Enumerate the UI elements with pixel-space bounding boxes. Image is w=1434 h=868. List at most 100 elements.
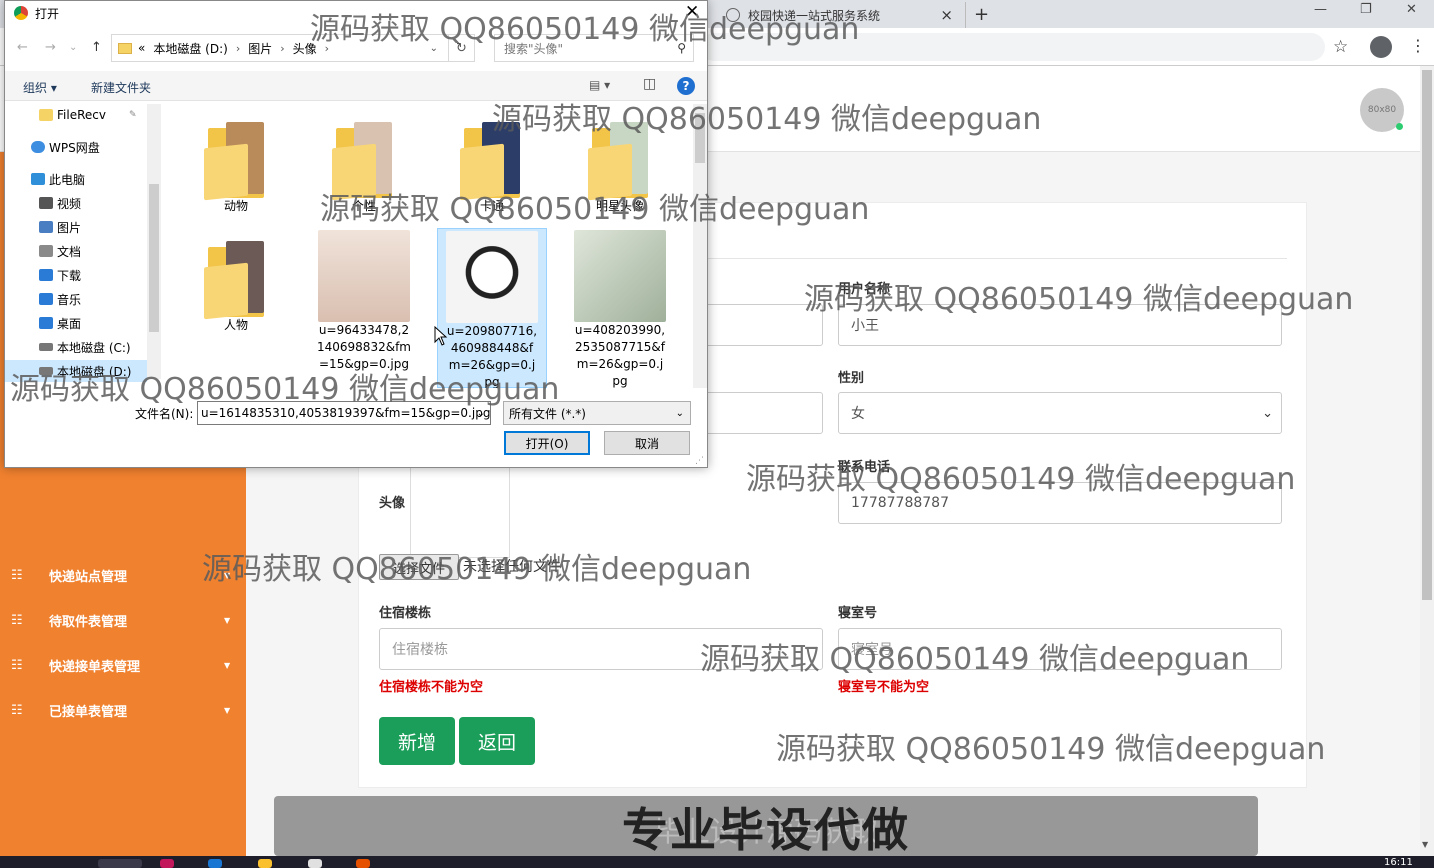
breadcrumb-prefix[interactable]: « bbox=[138, 41, 145, 55]
page-scroll-thumb[interactable] bbox=[1422, 70, 1432, 600]
dialog-close-icon[interactable]: ✕ bbox=[685, 2, 699, 22]
sidebar-item-orders[interactable]: ☷ 快递接单表管理 ▼ bbox=[0, 643, 246, 688]
desktop-icon bbox=[39, 317, 53, 329]
sidebar-item-label: 已接单表管理 bbox=[49, 705, 128, 720]
up-arrow-icon[interactable]: ↑ bbox=[91, 40, 102, 55]
cancel-button[interactable]: 取消 bbox=[604, 431, 690, 455]
breadcrumb-pictures[interactable]: 图片 bbox=[248, 40, 272, 57]
taskbar-chrome-icon[interactable] bbox=[98, 859, 142, 868]
dialog-titlebar: 打开 ✕ bbox=[5, 1, 707, 25]
room-input[interactable]: 寝室号 bbox=[838, 628, 1282, 670]
new-folder-button[interactable]: 新建文件夹 bbox=[91, 79, 151, 96]
file-item-image[interactable]: u=408203990,2535087715&fm=26&gp=0.jpg bbox=[565, 230, 675, 388]
sidebar-item-station[interactable]: ☷ 快递站点管理 ▼ bbox=[0, 553, 246, 598]
breadcrumb-drive[interactable]: 本地磁盘 (D:) bbox=[153, 40, 227, 57]
back-button[interactable]: 返回 bbox=[459, 717, 535, 765]
avatar-label: 头像 bbox=[379, 496, 406, 511]
nav-item-label: 音乐 bbox=[57, 292, 82, 307]
file-item-folder[interactable]: 个性 bbox=[309, 118, 419, 215]
file-item-folder[interactable]: 明星头像 bbox=[565, 118, 675, 215]
minimize-icon[interactable]: — bbox=[1314, 2, 1327, 17]
file-name: 卡通 bbox=[479, 199, 504, 213]
taskbar-app-icon[interactable] bbox=[356, 859, 370, 868]
filename-input[interactable]: u=1614835310,4053819397&fm=15&gp=0.jpg ⌄ bbox=[197, 401, 491, 425]
tab-close-icon[interactable]: × bbox=[940, 6, 953, 24]
building-input[interactable]: 住宿楼栋 bbox=[379, 628, 823, 670]
breadcrumb-avatars[interactable]: 头像 bbox=[293, 40, 317, 57]
open-button[interactable]: 打开(O) bbox=[504, 431, 590, 455]
file-item-folder[interactable]: 动物 bbox=[181, 118, 291, 215]
gender-select[interactable]: 女 ⌄ bbox=[838, 392, 1282, 434]
sidebar-item-accepted[interactable]: ☷ 已接单表管理 ▼ bbox=[0, 688, 246, 733]
download-icon bbox=[39, 269, 53, 281]
file-item-folder[interactable]: 人物 bbox=[181, 237, 291, 334]
folder-icon bbox=[118, 42, 132, 54]
refresh-icon[interactable]: ↻ bbox=[448, 35, 474, 61]
forward-arrow-icon[interactable]: → bbox=[45, 40, 56, 55]
nav-item-pictures[interactable]: 图片 bbox=[5, 216, 147, 238]
taskbar-app-icon[interactable] bbox=[308, 859, 322, 868]
nav-item-this-pc[interactable]: 此电脑 bbox=[5, 168, 147, 190]
maximize-icon[interactable]: ❐ bbox=[1360, 2, 1372, 17]
file-item-image-selected[interactable]: u=209807716,460988448&fm=26&gp=0.jpg bbox=[437, 228, 547, 388]
window-close-icon[interactable]: ✕ bbox=[1406, 2, 1417, 17]
sidebar-item-label: 待取件表管理 bbox=[49, 615, 128, 630]
file-item-folder[interactable]: 卡通 bbox=[437, 118, 547, 215]
no-file-text: 未选择任何文件 bbox=[463, 559, 561, 575]
username-input[interactable]: 小王 bbox=[838, 304, 1282, 346]
globe-icon bbox=[726, 8, 740, 22]
nav-item-wps[interactable]: WPS网盘 bbox=[5, 136, 147, 158]
tab-title: 校园快递一站式服务系统 bbox=[748, 8, 881, 23]
nav-item-music[interactable]: 音乐 bbox=[5, 288, 147, 310]
help-icon[interactable]: ? bbox=[677, 77, 695, 95]
nav-item-documents[interactable]: 文档 bbox=[5, 240, 147, 262]
file-item-image[interactable]: u=96433478,2140698832&fm=15&gp=0.jpg bbox=[309, 230, 419, 373]
file-name: 动物 bbox=[223, 199, 248, 213]
folder-icon bbox=[204, 118, 268, 201]
nav-item-label: 桌面 bbox=[57, 316, 82, 331]
preview-pane-icon[interactable]: ◫ bbox=[643, 76, 656, 92]
nav-item-desktop[interactable]: 桌面 bbox=[5, 312, 147, 334]
phone-input[interactable]: 17787788787 bbox=[838, 482, 1282, 524]
breadcrumb-separator: › bbox=[280, 41, 285, 55]
url-field[interactable] bbox=[700, 33, 1325, 61]
scroll-down-icon[interactable]: ▼ bbox=[1422, 840, 1428, 849]
browser-tab[interactable]: 校园快递一站式服务系统 × bbox=[716, 2, 966, 28]
organize-menu[interactable]: 组织 ▾ bbox=[23, 79, 57, 96]
nav-item-drive-c[interactable]: 本地磁盘 (C:) bbox=[5, 336, 147, 358]
bookmark-star-icon[interactable]: ☆ bbox=[1333, 37, 1348, 57]
back-arrow-icon[interactable]: ← bbox=[17, 40, 28, 55]
nav-item-video[interactable]: 视频 bbox=[5, 192, 147, 214]
video-icon bbox=[39, 197, 53, 209]
search-input[interactable]: 搜索"头像" ⚲ bbox=[494, 34, 694, 62]
building-label: 住宿楼栋 bbox=[379, 606, 432, 621]
choose-file-button[interactable]: 选择文件 bbox=[379, 554, 459, 580]
file-list-scroll-thumb[interactable] bbox=[695, 113, 705, 163]
nav-item-filerecv[interactable]: FileRecv ✎ bbox=[5, 104, 147, 126]
username-label: 用户名称 bbox=[838, 282, 891, 297]
nav-item-downloads[interactable]: 下载 bbox=[5, 264, 147, 286]
taskbar-folder-icon[interactable] bbox=[258, 859, 272, 868]
caret-down-icon: ▼ bbox=[224, 571, 231, 580]
room-error: 寝室号不能为空 bbox=[838, 680, 930, 695]
chevron-down-icon[interactable]: ⌄ bbox=[477, 408, 485, 419]
new-tab-button[interactable]: + bbox=[974, 4, 989, 25]
breadcrumb[interactable]: « 本地磁盘 (D:) › 图片 › 头像 › ⌄ ↻ bbox=[111, 34, 475, 62]
browser-menu-icon[interactable]: ⋮ bbox=[1410, 36, 1426, 55]
nav-pane-scroll-thumb[interactable] bbox=[149, 184, 159, 332]
nav-item-drive-d[interactable]: 本地磁盘 (D:) bbox=[5, 360, 147, 382]
cloud-icon bbox=[31, 141, 45, 153]
add-button[interactable]: 新增 bbox=[379, 717, 455, 765]
filetype-select[interactable]: 所有文件 (*.*) ⌄ bbox=[503, 401, 691, 425]
chevron-down-icon: ⌄ bbox=[675, 407, 684, 419]
path-dropdown-icon[interactable]: ⌄ bbox=[430, 43, 438, 54]
recent-locations-icon[interactable]: ⌄ bbox=[69, 42, 77, 53]
resize-grip-icon[interactable]: ⋰ bbox=[695, 456, 704, 466]
taskbar-app-icon[interactable] bbox=[160, 859, 174, 868]
taskbar-app-icon[interactable] bbox=[208, 859, 222, 868]
chrome-icon bbox=[14, 6, 28, 20]
view-options-icon[interactable]: ▤ ▾ bbox=[589, 78, 610, 92]
profile-icon[interactable] bbox=[1370, 36, 1392, 58]
sidebar-item-pickup[interactable]: ☷ 待取件表管理 ▼ bbox=[0, 598, 246, 643]
folder-icon bbox=[460, 118, 524, 201]
